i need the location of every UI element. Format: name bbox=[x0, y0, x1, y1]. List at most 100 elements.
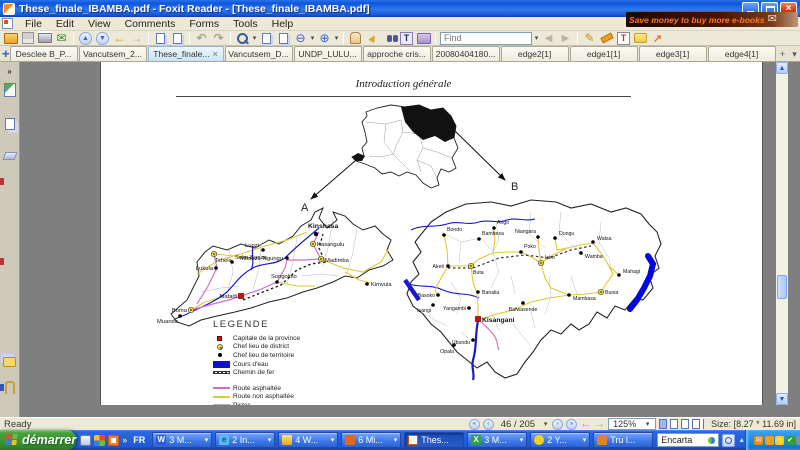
email-button[interactable]: ✉ bbox=[53, 31, 70, 45]
document-tab[interactable]: These_finale...× bbox=[148, 46, 224, 61]
snapshot-camera-button[interactable] bbox=[415, 31, 432, 45]
snapshot-icon[interactable] bbox=[262, 33, 271, 44]
previous-page-button[interactable]: ▲ bbox=[79, 32, 92, 45]
previous-view-status-button[interactable]: ← bbox=[580, 418, 591, 430]
zoom-level-select[interactable]: 125% ▾ bbox=[608, 418, 656, 430]
document-tab[interactable]: approche cris... bbox=[363, 46, 431, 61]
previous-view-button[interactable]: ← bbox=[111, 31, 128, 45]
document-tab[interactable]: Vancutsem_2... bbox=[79, 46, 147, 61]
arrow-tool-button[interactable]: ↗ bbox=[649, 31, 666, 45]
ad-banner[interactable]: Save money to buy more e-books ✉ bbox=[626, 12, 798, 27]
first-page-icon[interactable] bbox=[156, 33, 165, 44]
menu-help[interactable]: Help bbox=[265, 17, 301, 31]
tab-close-icon[interactable]: × bbox=[213, 49, 218, 59]
open-button[interactable] bbox=[2, 31, 19, 45]
deskbar-expand-icon[interactable]: ▲ bbox=[738, 437, 745, 444]
taskbar-group-caret[interactable]: ▾ bbox=[583, 436, 587, 444]
tray-icon[interactable]: ✔ bbox=[786, 436, 795, 445]
last-page-icon[interactable] bbox=[173, 33, 182, 44]
tab-list-button[interactable]: ▾ bbox=[789, 47, 800, 61]
foxit-quicklaunch-icon[interactable] bbox=[108, 435, 119, 446]
scroll-up-button[interactable]: ▲ bbox=[776, 62, 788, 74]
taskbar-group-caret[interactable]: ▾ bbox=[394, 436, 398, 444]
next-view-status-button[interactable]: → bbox=[594, 418, 605, 430]
taskbar-group-caret[interactable]: ▾ bbox=[268, 436, 272, 444]
start-button[interactable]: démarrer bbox=[0, 430, 76, 450]
taskbar-button[interactable]: W3 M...▾ bbox=[152, 432, 212, 448]
taskbar-button[interactable]: Thes... bbox=[404, 432, 464, 448]
taskbar-group-caret[interactable]: ▾ bbox=[520, 436, 524, 444]
zoom-tool-button[interactable] bbox=[234, 31, 251, 45]
layers-panel-icon[interactable] bbox=[2, 148, 17, 163]
redo-button[interactable]: ↷ bbox=[210, 31, 227, 45]
tray-icon[interactable]: ☺ bbox=[775, 436, 784, 445]
zoom-in-caret[interactable]: ▾ bbox=[333, 34, 340, 42]
outlook-quicklaunch-icon[interactable] bbox=[80, 435, 91, 446]
next-page-button[interactable]: ▼ bbox=[96, 32, 109, 45]
next-page-button2[interactable]: › bbox=[552, 419, 563, 430]
undo-button[interactable]: ↶ bbox=[193, 31, 210, 45]
document-tab[interactable]: Vancutsem_D... bbox=[225, 46, 293, 61]
document-tab[interactable]: edge2[1] bbox=[501, 46, 569, 61]
find-next-button[interactable]: ▶ bbox=[557, 31, 574, 45]
clipboard-icon[interactable] bbox=[279, 33, 288, 44]
vertical-scroll-thumb[interactable] bbox=[777, 275, 787, 299]
document-tab[interactable]: edge3[1] bbox=[639, 46, 707, 61]
pages-panel-icon[interactable] bbox=[2, 116, 17, 131]
attachments-panel-icon[interactable] bbox=[2, 380, 17, 395]
facing-view-icon[interactable] bbox=[681, 419, 689, 429]
taskbar-button[interactable]: Tru l... bbox=[593, 432, 653, 448]
tray-icon[interactable]: ✉ bbox=[754, 436, 763, 445]
document-tab[interactable]: Desclee B_P... bbox=[10, 46, 78, 61]
note-tool-button[interactable] bbox=[632, 31, 649, 45]
prev-page-button[interactable]: ‹ bbox=[483, 419, 494, 430]
next-view-button[interactable]: → bbox=[128, 31, 145, 45]
language-indicator[interactable]: FR bbox=[130, 434, 148, 446]
encarta-search-button[interactable] bbox=[722, 434, 735, 447]
zoom-out-button[interactable]: ⊖ bbox=[292, 31, 309, 45]
menu-tools[interactable]: Tools bbox=[226, 17, 265, 31]
tray-icon[interactable] bbox=[765, 436, 774, 445]
text-select-button[interactable]: T bbox=[400, 32, 413, 45]
encarta-search-input[interactable]: Encarta bbox=[657, 433, 719, 447]
last-page-button[interactable]: » bbox=[566, 419, 577, 430]
hand-tool-button[interactable] bbox=[347, 31, 364, 45]
save-button[interactable] bbox=[19, 31, 36, 45]
bookmarks-panel-icon[interactable] bbox=[2, 82, 17, 97]
menu-comments[interactable]: Comments bbox=[118, 17, 183, 31]
continuous-facing-view-icon[interactable] bbox=[692, 419, 700, 429]
taskbar-group-caret[interactable]: ▾ bbox=[205, 436, 209, 444]
zoom-out-caret[interactable]: ▾ bbox=[309, 34, 316, 42]
print-button[interactable] bbox=[36, 31, 53, 45]
typewriter-tool-button[interactable]: T bbox=[617, 32, 630, 45]
find-input[interactable] bbox=[440, 32, 532, 45]
taskbar-button[interactable]: 2 Y...▾ bbox=[530, 432, 590, 448]
taskbar-button[interactable]: X3 M...▾ bbox=[467, 432, 527, 448]
document-tab[interactable]: UNDP_LULU... bbox=[294, 46, 362, 61]
highlight-tool-button[interactable] bbox=[598, 31, 615, 45]
menu-forms[interactable]: Forms bbox=[182, 17, 226, 31]
zoom-in-button[interactable]: ⊕ bbox=[316, 31, 333, 45]
document-tab[interactable]: edge4[1] bbox=[708, 46, 776, 61]
tab-scroll-left-button[interactable]: ✚ bbox=[2, 47, 10, 61]
taskbar-group-caret[interactable]: ▾ bbox=[331, 436, 335, 444]
menu-file[interactable]: File bbox=[18, 17, 49, 31]
scroll-down-button[interactable]: ▼ bbox=[776, 393, 788, 405]
taskbar-button[interactable]: 6 Mi...▾ bbox=[341, 432, 401, 448]
page-caret[interactable]: ▾ bbox=[542, 420, 549, 428]
search-button[interactable] bbox=[381, 31, 398, 45]
document-tab[interactable]: edge1[1] bbox=[570, 46, 638, 61]
pencil-tool-button[interactable]: ✎ bbox=[581, 31, 598, 45]
zoom-tool-caret[interactable]: ▾ bbox=[251, 34, 258, 42]
media-quicklaunch-icon[interactable] bbox=[94, 435, 105, 446]
continuous-view-icon[interactable] bbox=[670, 419, 678, 429]
comments-panel-icon[interactable] bbox=[2, 354, 17, 369]
menu-edit[interactable]: Edit bbox=[49, 17, 81, 31]
first-page-button[interactable]: « bbox=[469, 419, 480, 430]
new-tab-button[interactable]: + bbox=[777, 47, 789, 61]
vertical-scrollbar[interactable]: ▲ ▼ bbox=[776, 62, 788, 405]
tray-icon[interactable] bbox=[796, 436, 800, 445]
find-previous-button[interactable]: ◀ bbox=[540, 31, 557, 45]
menu-view[interactable]: View bbox=[81, 17, 118, 31]
taskbar-button[interactable]: 4 W...▾ bbox=[278, 432, 338, 448]
